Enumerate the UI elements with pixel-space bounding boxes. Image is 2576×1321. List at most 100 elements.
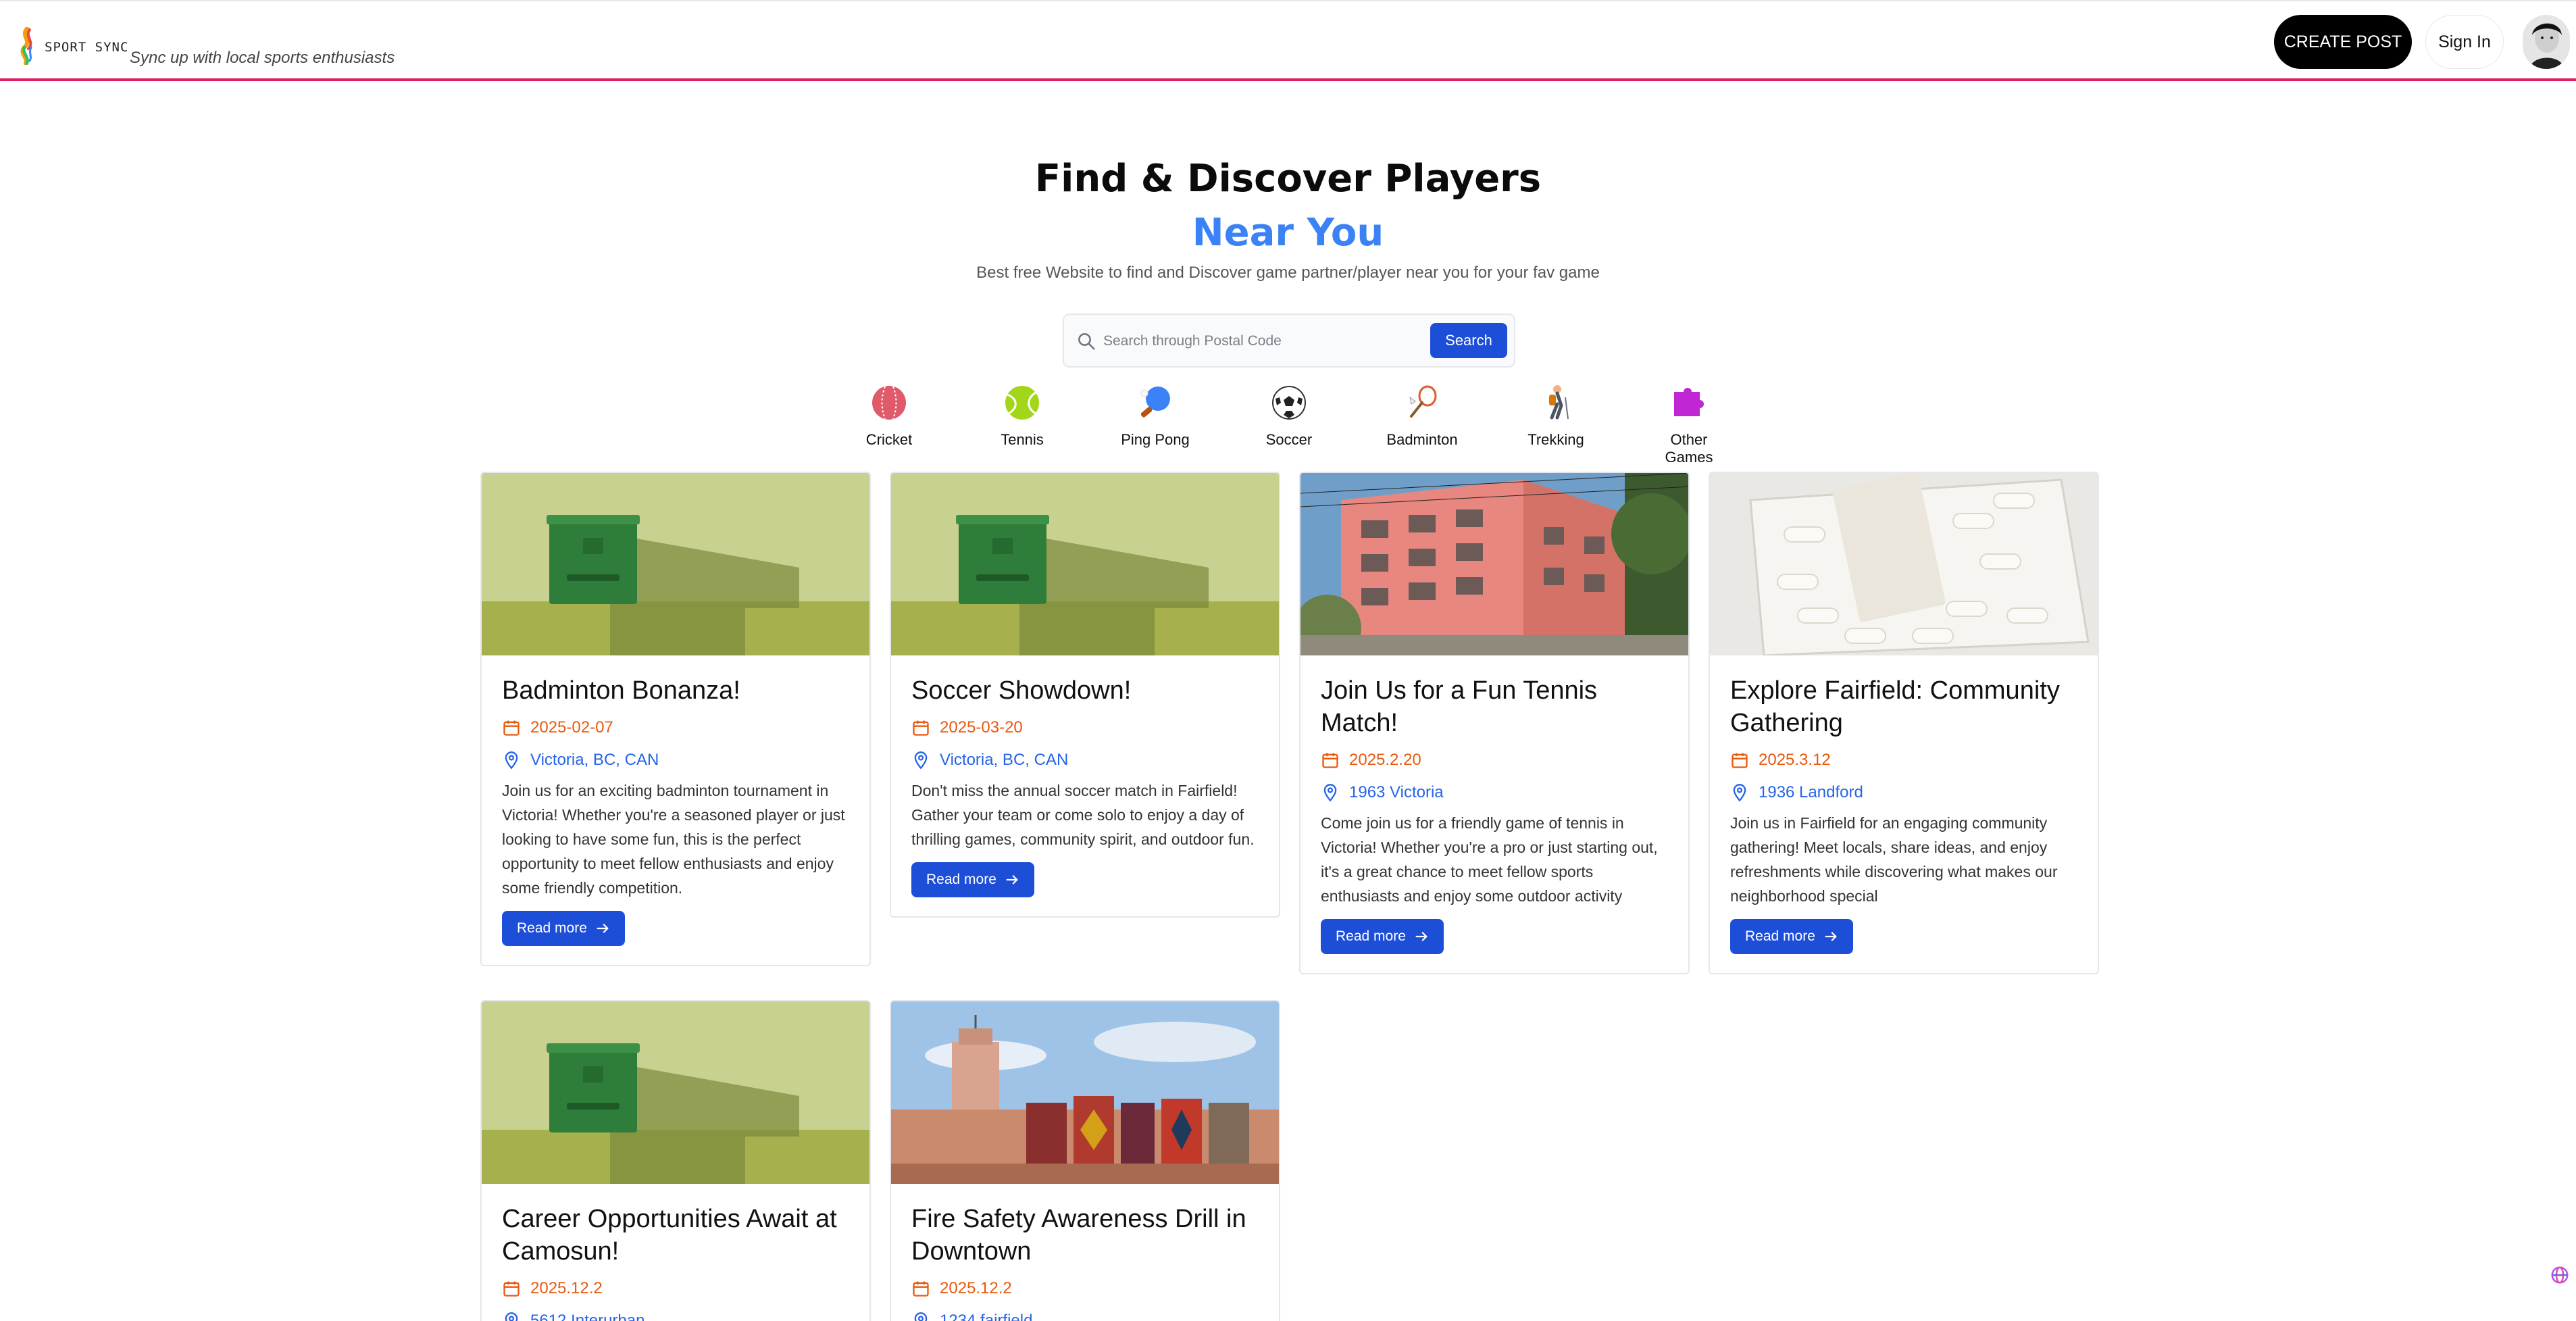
post-location-text: 1234 fairfield: [940, 1312, 1033, 1321]
post-location-text: 1963 Victoria: [1349, 783, 1444, 801]
arrow-right-icon: [1415, 932, 1428, 941]
category-other-games[interactable]: Other Games: [1648, 384, 1729, 466]
post-description: Come join us for a friendly game of tenn…: [1321, 814, 1658, 905]
location-pin-icon: [1323, 784, 1337, 802]
category-soccer[interactable]: Soccer: [1248, 384, 1330, 458]
category-trekking[interactable]: Trekking: [1515, 384, 1596, 458]
category-label: Trekking: [1527, 431, 1584, 448]
avatar[interactable]: [2523, 15, 2570, 69]
category-ping-pong[interactable]: Ping Pong: [1115, 384, 1196, 458]
category-badminton[interactable]: Badminton: [1382, 384, 1463, 458]
post-location: Victoria, BC, CAN: [911, 749, 1260, 772]
read-more-label: Read more: [1336, 928, 1406, 944]
post-card[interactable]: Soccer Showdown! 2025-03-20 Victoria, BC…: [890, 472, 1280, 918]
post-location: 1234 fairfield: [911, 1310, 1260, 1321]
post-image-building: [1300, 473, 1688, 655]
calendar-icon: [913, 1281, 929, 1297]
calendar-icon: [913, 720, 929, 736]
post-description: Join us for an exciting badminton tourna…: [502, 782, 845, 897]
post-card[interactable]: Career Opportunities Await at Camosun! 2…: [480, 1000, 871, 1321]
hiker-icon: [1549, 385, 1569, 420]
location-pin-icon: [505, 751, 518, 770]
calendar-icon: [503, 720, 520, 736]
post-date: 2025-03-20: [911, 716, 1260, 739]
read-more-button[interactable]: Read more: [1321, 919, 1444, 954]
search-icon: [1078, 333, 1095, 350]
post-location: Victoria, BC, CAN: [502, 749, 851, 772]
post-date: 2025.3.12: [1730, 749, 2079, 772]
ping-pong-icon: [1140, 387, 1170, 418]
post-title[interactable]: Explore Fairfield: Community Gathering: [1730, 674, 2079, 739]
post-image-mailbox: [891, 473, 1279, 655]
calendar-icon: [1322, 753, 1338, 768]
post-card[interactable]: Join Us for a Fun Tennis Match! 2025.2.2…: [1299, 472, 1690, 974]
brand-name[interactable]: SPORT SYNC: [45, 40, 128, 55]
post-date-text: 2025.3.12: [1759, 751, 1831, 769]
post-title[interactable]: Join Us for a Fun Tennis Match!: [1321, 674, 1669, 739]
post-image-mailbox: [482, 473, 869, 655]
post-date: 2025.12.2: [911, 1277, 1260, 1300]
post-title[interactable]: Career Opportunities Await at Camosun!: [502, 1203, 851, 1268]
extension-globe-icon[interactable]: [2550, 1265, 2570, 1285]
read-more-label: Read more: [926, 872, 996, 887]
post-date-text: 2025-03-20: [940, 718, 1023, 737]
arrow-right-icon: [1006, 875, 1018, 884]
post-location-text: Victoria, BC, CAN: [530, 751, 659, 769]
post-card[interactable]: Fire Safety Awareness Drill in Downtown …: [890, 1000, 1280, 1321]
category-label: Badminton: [1386, 431, 1458, 448]
category-label: Cricket: [865, 431, 913, 448]
top-navbar: SPORT SYNC Sync up with local sports ent…: [0, 0, 2576, 81]
location-pin-icon: [914, 751, 928, 770]
category-cricket[interactable]: Cricket: [849, 384, 930, 458]
puzzle-icon: [1674, 388, 1704, 416]
cricket-ball-icon: [872, 386, 906, 420]
location-pin-icon: [1733, 784, 1746, 802]
location-pin-icon: [505, 1312, 518, 1321]
category-label: Tennis: [1001, 431, 1044, 448]
read-more-button[interactable]: Read more: [502, 911, 625, 946]
post-card[interactable]: Badminton Bonanza! 2025-02-07 Victoria, …: [480, 472, 871, 966]
category-label: Other Games: [1665, 431, 1713, 466]
post-date: 2025.12.2: [502, 1277, 851, 1300]
badminton-icon: [1409, 385, 1437, 418]
post-description: Join us in Fairfield for an engaging com…: [1730, 814, 2058, 905]
post-location-text: 5612 Interurban: [530, 1312, 645, 1321]
post-date-text: 2025.2.20: [1349, 751, 1421, 769]
post-title[interactable]: Badminton Bonanza!: [502, 674, 851, 707]
hero-title: Find & Discover Players: [1034, 157, 1542, 201]
hero-subtitle: Near You: [1192, 211, 1384, 255]
post-title[interactable]: Fire Safety Awareness Drill in Downtown: [911, 1203, 1260, 1268]
sport-sync-logo-icon[interactable]: [18, 27, 36, 65]
post-date: 2025-02-07: [502, 716, 851, 739]
post-date-text: 2025.12.2: [530, 1279, 603, 1297]
read-more-label: Read more: [1745, 928, 1815, 944]
tennis-ball-icon: [1005, 386, 1039, 420]
post-title[interactable]: Soccer Showdown!: [911, 674, 1260, 707]
location-pin-icon: [914, 1312, 928, 1321]
post-date-text: 2025-02-07: [530, 718, 613, 737]
category-label: Soccer: [1265, 431, 1313, 448]
category-label: Ping Pong: [1121, 431, 1190, 448]
create-post-button[interactable]: CREATE POST: [2274, 15, 2412, 69]
user-avatar-icon: [2523, 15, 2570, 69]
post-image-mailbox: [482, 1001, 869, 1184]
postal-code-search-input[interactable]: [1103, 326, 1407, 357]
search-button[interactable]: Search: [1430, 323, 1507, 358]
sign-in-button[interactable]: Sign In: [2425, 15, 2504, 69]
calendar-icon: [503, 1281, 520, 1297]
post-location: 1936 Landford: [1730, 781, 2079, 804]
post-location-text: Victoria, BC, CAN: [940, 751, 1069, 769]
post-card[interactable]: Explore Fairfield: Community Gathering 2…: [1709, 472, 2099, 974]
post-description: Don't miss the annual soccer match in Fa…: [911, 782, 1255, 848]
post-location: 1963 Victoria: [1321, 781, 1669, 804]
post-date-text: 2025.12.2: [940, 1279, 1012, 1297]
search-bar: Search: [1063, 314, 1515, 368]
category-tennis[interactable]: Tennis: [982, 384, 1063, 458]
arrow-right-icon: [1825, 932, 1837, 941]
post-location-text: 1936 Landford: [1759, 783, 1863, 801]
read-more-button[interactable]: Read more: [911, 862, 1034, 897]
post-image-capsule-box: [1710, 473, 2098, 655]
post-date: 2025.2.20: [1321, 749, 1669, 772]
hero-description: Best free Website to find and Discover g…: [976, 264, 1600, 282]
read-more-button[interactable]: Read more: [1730, 919, 1853, 954]
